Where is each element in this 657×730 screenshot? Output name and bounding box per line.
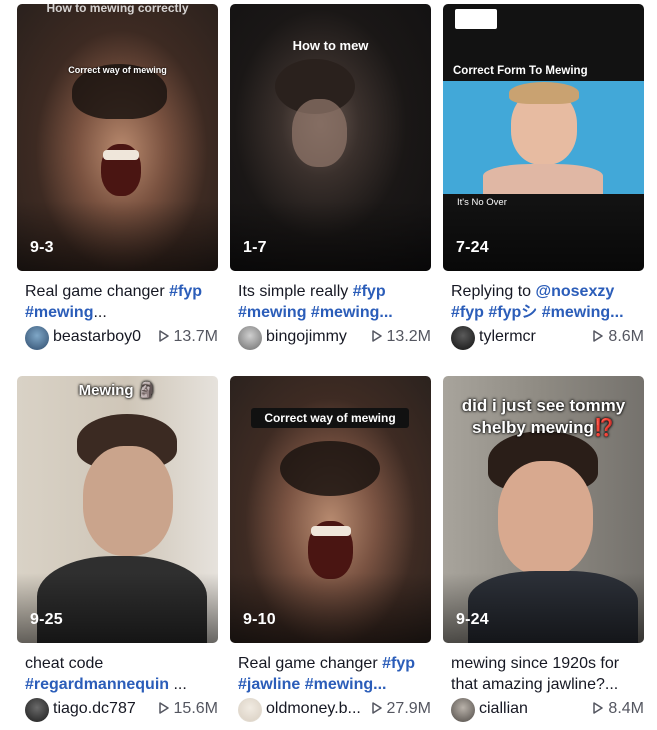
caption-text: Its simple really bbox=[238, 283, 353, 300]
video-thumbnail[interactable]: How to mewing correctly Correct way of m… bbox=[17, 4, 218, 271]
author-name[interactable]: beastarboy0 bbox=[53, 328, 141, 346]
video-caption[interactable]: cheat code #regardmannequin ... bbox=[25, 653, 215, 695]
play-count: 13.7M bbox=[158, 328, 218, 346]
hashtag-link[interactable]: #regardmannequin bbox=[25, 676, 169, 693]
play-count: 27.9M bbox=[371, 700, 431, 718]
caption-text: cheat code bbox=[25, 655, 104, 672]
avatar[interactable] bbox=[451, 326, 475, 350]
play-count-value: 8.6M bbox=[608, 328, 644, 345]
author-name[interactable]: tylermcr bbox=[479, 328, 536, 346]
video-meta: oldmoney.b... 27.9M bbox=[238, 698, 431, 722]
play-icon bbox=[371, 330, 382, 342]
pinned-date-badge: 9-25 bbox=[30, 611, 63, 628]
video-meta: bingojimmy 13.2M bbox=[238, 326, 431, 350]
hashtag-link[interactable]: #mewing bbox=[238, 304, 306, 321]
video-overlay-text: Correct way of mewing bbox=[68, 65, 167, 75]
video-caption[interactable]: Replying to @nosexzy #fyp #fypシ #mewing.… bbox=[451, 281, 641, 323]
play-count-value: 13.7M bbox=[173, 328, 218, 345]
avatar[interactable] bbox=[25, 326, 49, 350]
video-caption[interactable]: Its simple really #fyp #mewing #mewing..… bbox=[238, 281, 428, 323]
avatar[interactable] bbox=[451, 698, 475, 722]
video-overlay-title: Correct way of mewing bbox=[251, 408, 409, 428]
hashtag-link[interactable]: #fyp bbox=[353, 283, 386, 300]
video-meta: tiago.dc787 15.6M bbox=[25, 698, 218, 722]
hashtag-link[interactable]: #fyp bbox=[451, 304, 484, 321]
video-row: How to mewing correctly Correct way of m… bbox=[17, 4, 644, 350]
video-meta: beastarboy0 13.7M bbox=[25, 326, 218, 350]
hashtag-link[interactable]: #mewing... bbox=[542, 304, 624, 321]
video-overlay-title: did i just see tommy bbox=[461, 396, 626, 415]
author-name[interactable]: bingojimmy bbox=[266, 328, 347, 346]
video-meta: tylermcr 8.6M bbox=[451, 326, 644, 350]
caption-text: mewing since 1920s for bbox=[451, 655, 620, 672]
hashtag-link[interactable]: #mewing... bbox=[305, 676, 387, 693]
video-overlay-title: Mewing 🗿 bbox=[78, 382, 157, 399]
video-thumbnail[interactable]: did i just see tommy shelby mewing⁉️ 9-2… bbox=[443, 376, 644, 643]
play-icon bbox=[593, 702, 604, 714]
video-card[interactable]: Mewing 🗿 9-25 cheat code #regardmannequi… bbox=[17, 376, 218, 722]
video-card[interactable]: How to mewing correctly Correct way of m… bbox=[17, 4, 218, 350]
caption-text: that amazing jawline?... bbox=[451, 676, 619, 693]
reply-comment-bubble bbox=[455, 9, 497, 29]
avatar[interactable] bbox=[25, 698, 49, 722]
caption-text: Real game changer bbox=[238, 655, 383, 672]
video-thumbnail[interactable]: Mewing 🗿 9-25 bbox=[17, 376, 218, 643]
video-overlay-text: shelby mewing⁉️ bbox=[471, 418, 616, 437]
avatar[interactable] bbox=[238, 326, 262, 350]
caption-ellipsis: ... bbox=[93, 304, 107, 321]
video-thumbnail[interactable]: Correct Form To Mewing It's No Over 7-24 bbox=[443, 4, 644, 271]
caption-text: Replying to bbox=[451, 283, 536, 300]
author-name[interactable]: ciallian bbox=[479, 700, 528, 718]
video-meta: ciallian 8.4M bbox=[451, 698, 644, 722]
avatar[interactable] bbox=[238, 698, 262, 722]
play-count-value: 27.9M bbox=[386, 700, 431, 717]
pinned-date-badge: 7-24 bbox=[456, 239, 489, 256]
caption-ellipsis: ... bbox=[169, 676, 187, 693]
hashtag-link[interactable]: #jawline bbox=[238, 676, 300, 693]
hashtag-link[interactable]: #mewing... bbox=[311, 304, 393, 321]
hashtag-link[interactable]: #fypシ bbox=[488, 304, 537, 321]
pinned-date-badge: 9-24 bbox=[456, 611, 489, 628]
video-thumbnail[interactable]: How to mew 1-7 bbox=[230, 4, 431, 271]
play-count: 15.6M bbox=[158, 700, 218, 718]
video-row: Mewing 🗿 9-25 cheat code #regardmannequi… bbox=[17, 376, 644, 722]
play-count: 8.4M bbox=[593, 700, 644, 718]
video-card[interactable]: did i just see tommy shelby mewing⁉️ 9-2… bbox=[443, 376, 644, 722]
video-overlay-title: How to mewing correctly bbox=[46, 4, 189, 15]
play-icon bbox=[593, 330, 604, 342]
video-card[interactable]: How to mew 1-7 Its simple really #fyp #m… bbox=[230, 4, 431, 350]
video-caption[interactable]: Real game changer #fyp #jawline #mewing.… bbox=[238, 653, 428, 695]
pinned-date-badge: 1-7 bbox=[243, 239, 267, 256]
hashtag-link[interactable]: #fyp bbox=[382, 655, 415, 672]
play-count-value: 15.6M bbox=[173, 700, 218, 717]
pinned-date-badge: 9-3 bbox=[30, 239, 54, 256]
video-caption[interactable]: mewing since 1920s for that amazing jawl… bbox=[451, 653, 641, 695]
play-icon bbox=[158, 702, 169, 714]
video-card[interactable]: Correct way of mewing 9-10 Real game cha… bbox=[230, 376, 431, 722]
author-name[interactable]: tiago.dc787 bbox=[53, 700, 136, 718]
play-count: 8.6M bbox=[593, 328, 644, 346]
video-thumbnail[interactable]: Correct way of mewing 9-10 bbox=[230, 376, 431, 643]
play-count-value: 13.2M bbox=[386, 328, 431, 345]
video-overlay-title: How to mew bbox=[292, 38, 369, 53]
mention-link[interactable]: @nosexzy bbox=[536, 283, 615, 300]
hashtag-link[interactable]: #fyp bbox=[169, 283, 202, 300]
play-count-value: 8.4M bbox=[608, 700, 644, 717]
caption-text: Real game changer bbox=[25, 283, 170, 300]
pinned-date-badge: 9-10 bbox=[243, 611, 276, 628]
video-overlay-title: Correct Form To Mewing bbox=[453, 65, 588, 77]
play-icon bbox=[158, 330, 169, 342]
video-caption[interactable]: Real game changer #fyp #mewing... bbox=[25, 281, 215, 323]
play-icon bbox=[371, 702, 382, 714]
hashtag-link[interactable]: #mewing bbox=[25, 304, 93, 321]
play-count: 13.2M bbox=[371, 328, 431, 346]
author-name[interactable]: oldmoney.b... bbox=[266, 700, 361, 718]
video-card[interactable]: Correct Form To Mewing It's No Over 7-24… bbox=[443, 4, 644, 350]
